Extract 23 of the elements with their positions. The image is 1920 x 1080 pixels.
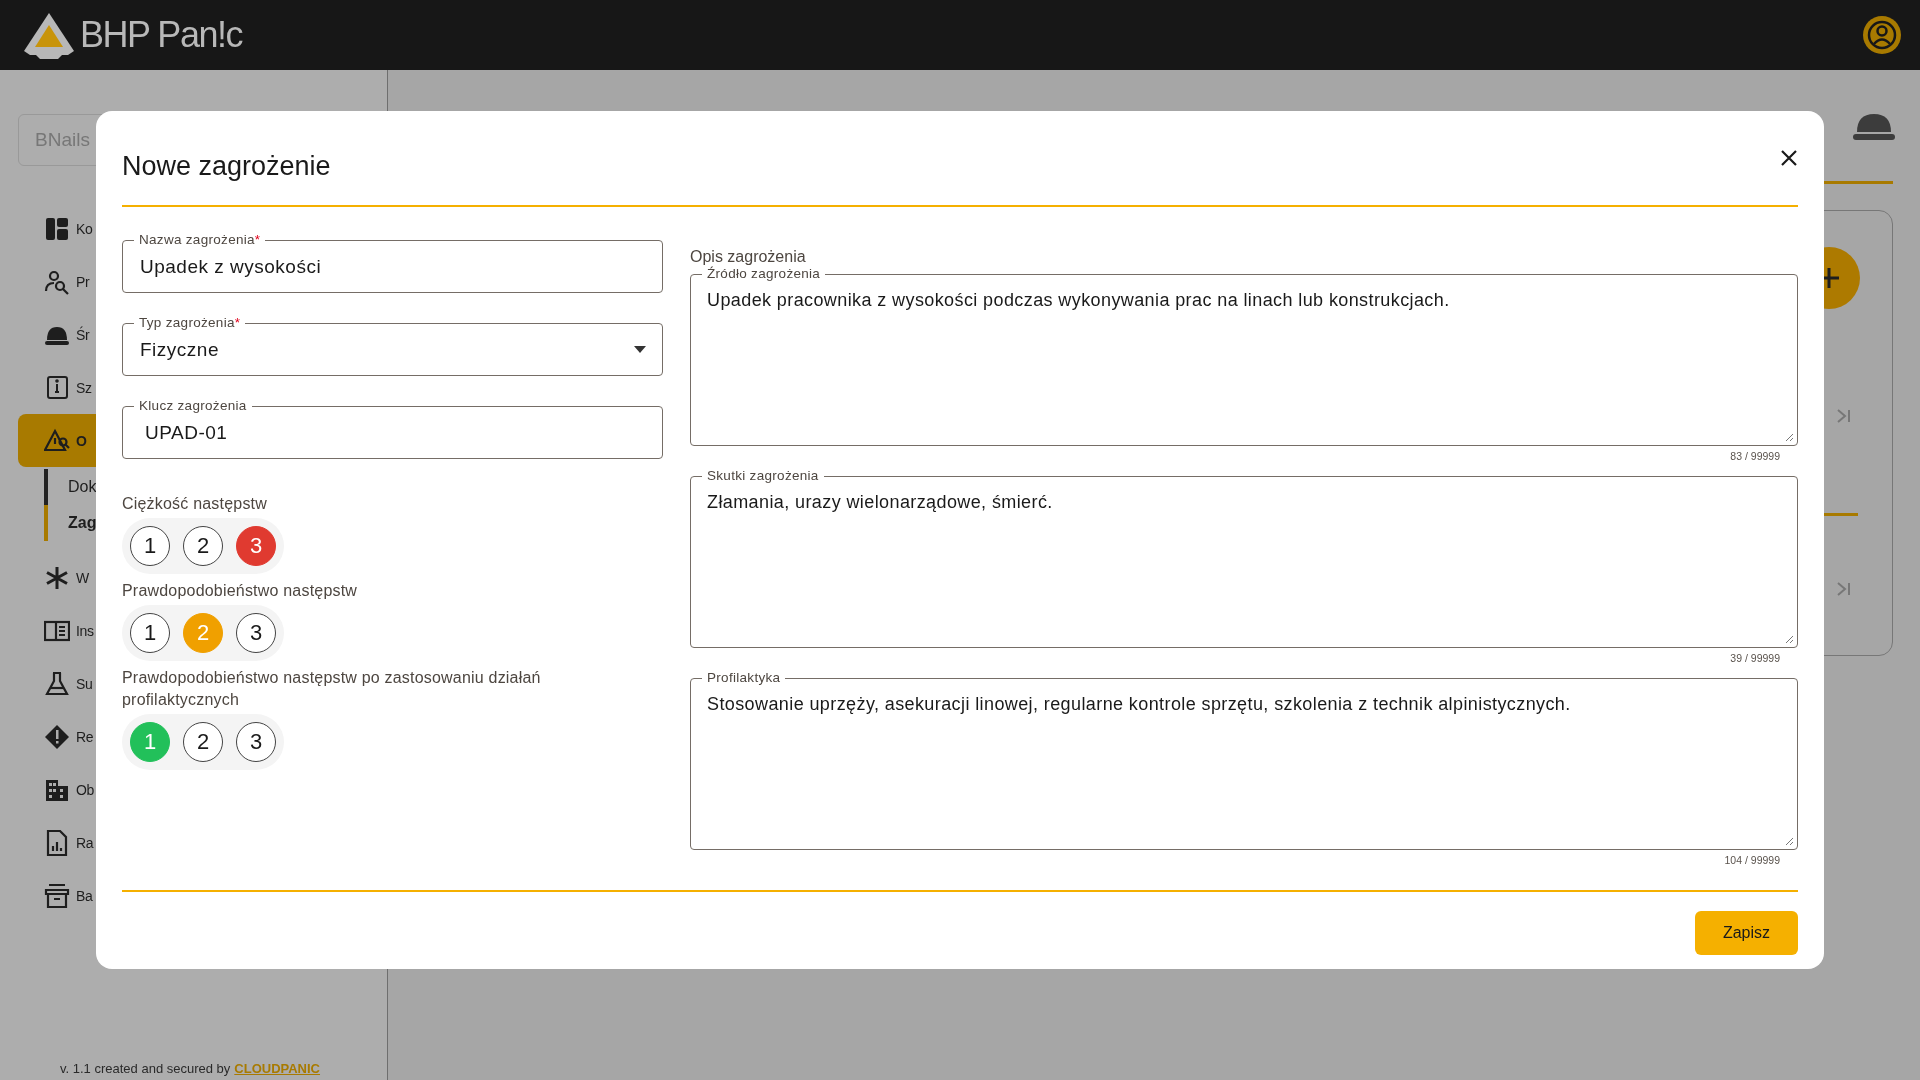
nav-label: Sz	[76, 379, 92, 396]
nav-label: Ba	[76, 887, 93, 904]
nav-label: Ob	[76, 781, 95, 798]
nav-label: Śr	[76, 326, 90, 343]
nav-label: W	[76, 569, 89, 586]
rating-label: Ciężkość następstw	[122, 494, 268, 514]
nav-label: Re	[76, 728, 94, 745]
rating-label: Prawdopodobieństwo następstw	[122, 581, 359, 601]
section-heading: Opis zagrożenia	[690, 248, 807, 266]
version-text: v. 1.1 created and secured by	[60, 1061, 231, 1076]
dialog-title: Nowe zagrożenie	[122, 151, 331, 182]
logo-text: BHP Pan!c	[80, 14, 242, 56]
character-counter: 104 / 99999	[1724, 854, 1780, 867]
nav-label: Ko	[76, 220, 93, 237]
nav-label: Su	[76, 675, 93, 692]
field-label: Źródło zagrożenia	[702, 265, 826, 283]
nav-label: Ins	[76, 622, 94, 639]
character-counter: 39 / 99999	[1730, 652, 1780, 665]
nav-label: O	[76, 432, 87, 449]
nav-label: Ra	[76, 834, 94, 851]
rating-label: Prawdopodobieństwo następstw po zastosowaniu działań profilaktycznych	[122, 668, 542, 710]
character-counter: 83 / 99999	[1730, 450, 1780, 463]
nav-label: Pr	[76, 273, 90, 290]
